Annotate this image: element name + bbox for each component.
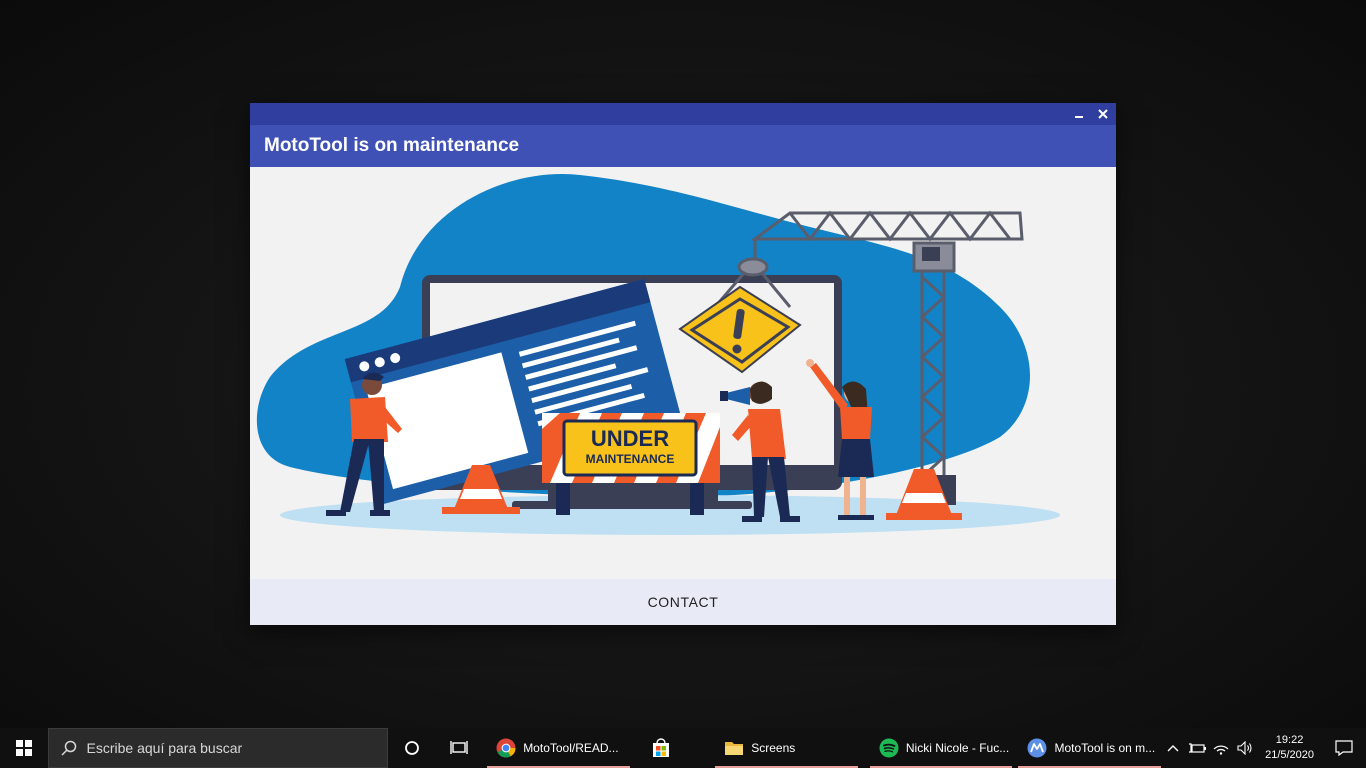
windows-taskbar: Escribe aquí para buscar MotoTool/READ..… (0, 728, 1366, 768)
battery-button[interactable] (1185, 728, 1209, 768)
search-placeholder: Escribe aquí para buscar (86, 740, 243, 756)
taskbar-search-box[interactable]: Escribe aquí para buscar (47, 728, 389, 768)
minimize-button[interactable] (1068, 103, 1090, 125)
maintenance-illustration: UNDER MAINTENANCE (250, 167, 1116, 579)
clock-date: 21/5/2020 (1265, 749, 1315, 761)
chrome-icon (496, 738, 516, 758)
dialog-header: MotoTool is on maintenance (250, 125, 1116, 167)
speaker-icon (1237, 741, 1252, 755)
volume-button[interactable] (1233, 728, 1257, 768)
minimize-icon (1075, 116, 1083, 118)
spotify-icon (879, 738, 899, 758)
task-label: MotoTool is on m... (1054, 741, 1156, 755)
taskbar-app-mototool[interactable]: MotoTool is on m... (1018, 728, 1161, 768)
close-button[interactable] (1092, 103, 1114, 125)
windows-logo-icon (15, 740, 32, 756)
wifi-button[interactable] (1209, 728, 1233, 768)
window-titlebar[interactable] (250, 103, 1116, 125)
task-label: MotoTool/READ... (523, 741, 619, 755)
battery-icon (1189, 743, 1207, 753)
task-label: Screens (751, 741, 796, 755)
task-view-button[interactable] (436, 728, 484, 768)
store-icon (652, 738, 669, 757)
cortana-icon (405, 741, 419, 755)
sign-line-under: UNDER (591, 426, 669, 451)
taskbar-clock[interactable]: 19:22 21/5/2020 (1257, 733, 1322, 763)
show-hidden-icons-button[interactable] (1161, 728, 1185, 768)
cortana-button[interactable] (388, 728, 436, 768)
taskbar-app-spotify[interactable]: Nicki Nicole - Fuc... (869, 728, 1013, 768)
sign-line-maintenance: MAINTENANCE (586, 452, 675, 466)
search-icon (60, 740, 76, 756)
system-tray: 19:22 21/5/2020 (1161, 728, 1366, 768)
dialog-footer: CONTACT (250, 579, 1116, 625)
task-view-icon (450, 741, 469, 754)
chevron-up-icon (1167, 745, 1179, 752)
start-button[interactable] (0, 728, 48, 768)
action-center-button[interactable] (1322, 728, 1366, 768)
notification-icon (1335, 740, 1353, 756)
wifi-icon (1213, 745, 1229, 755)
maintenance-dialog: MotoTool is on maintenance UNDER MAINTEN… (250, 103, 1116, 625)
motorola-icon (1027, 738, 1047, 758)
close-icon (1098, 109, 1108, 119)
contact-button[interactable]: CONTACT (634, 586, 733, 618)
folder-icon (725, 742, 744, 755)
dialog-title: MotoTool is on maintenance (264, 135, 520, 156)
task-label: Nicki Nicole - Fuc... (905, 741, 1010, 755)
taskbar-app-store[interactable] (634, 728, 687, 768)
taskbar-app-chrome[interactable]: MotoTool/READ... (487, 728, 630, 768)
clock-time: 19:22 (1275, 734, 1304, 746)
taskbar-app-explorer[interactable]: Screens (715, 728, 858, 768)
